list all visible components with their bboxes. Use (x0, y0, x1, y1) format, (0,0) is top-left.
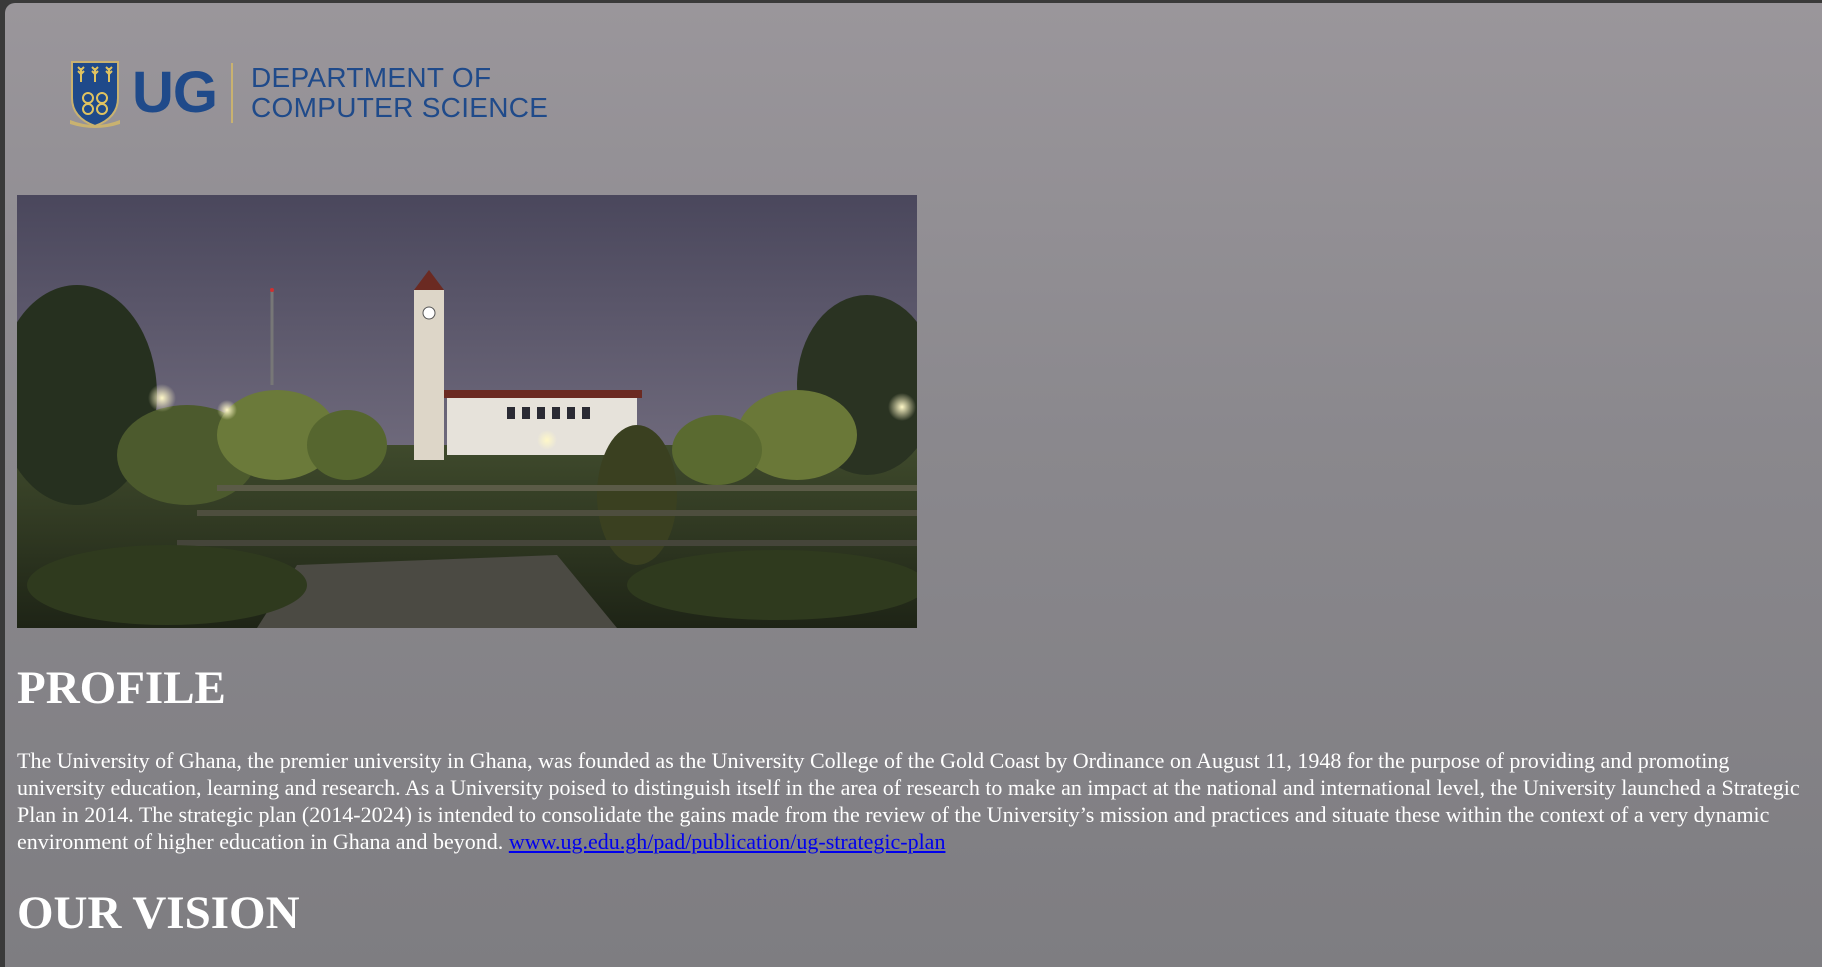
ug-crest-icon (70, 61, 120, 128)
department-name-line1: DEPARTMENT OF (251, 62, 492, 93)
department-name-line2: COMPUTER SCIENCE (251, 92, 549, 123)
browser-viewport: UG DEPARTMENT OF COMPUTER SCIENCE PROFIL… (5, 3, 1822, 967)
logo-ug-text: UG (132, 60, 218, 125)
department-name: DEPARTMENT OF COMPUTER SCIENCE (251, 63, 548, 123)
campus-night-photo (17, 195, 917, 628)
vision-heading: OUR VISION (17, 887, 300, 939)
profile-paragraph: The University of Ghana, the premier uni… (17, 747, 1802, 855)
logo-divider (231, 63, 233, 123)
strategic-plan-link[interactable]: www.ug.edu.gh/pad/publication/ug-strateg… (509, 829, 946, 854)
department-logo[interactable]: UG DEPARTMENT OF COMPUTER SCIENCE (68, 58, 548, 128)
profile-heading: PROFILE (17, 662, 226, 714)
